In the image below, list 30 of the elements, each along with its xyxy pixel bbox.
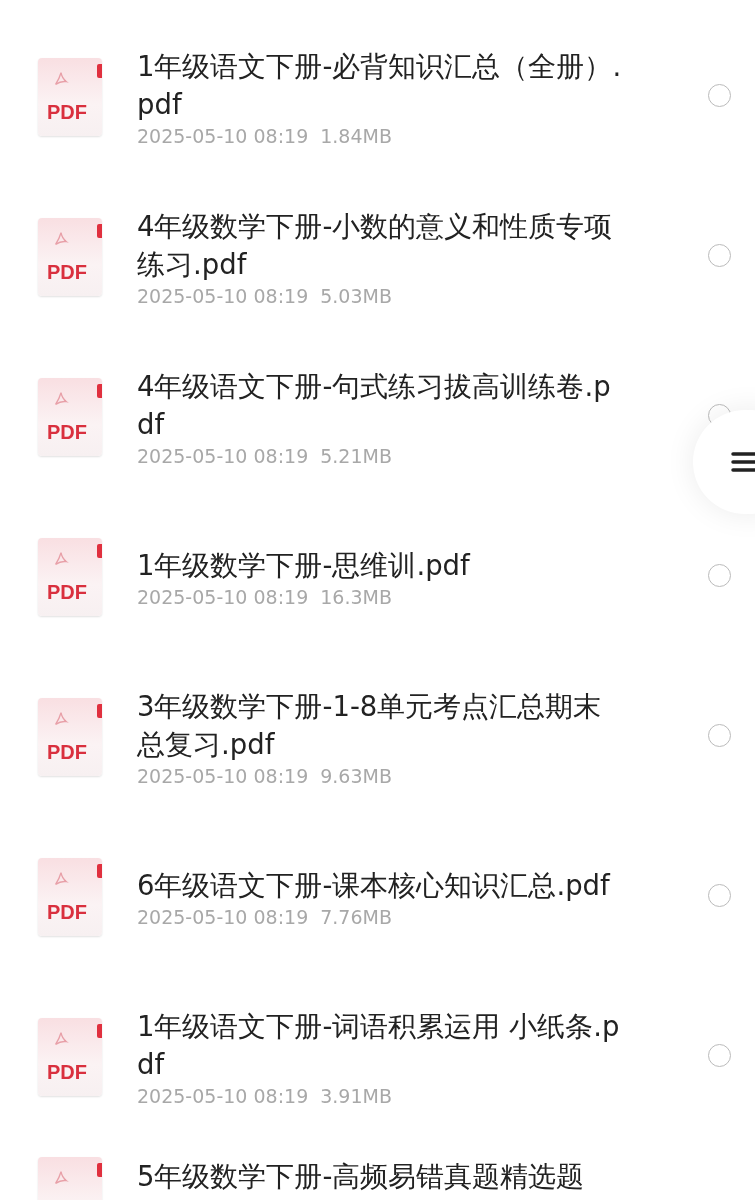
file-name: 1年级数学下册-思维训.pdf bbox=[137, 548, 472, 583]
pdf-file-icon: PDF bbox=[38, 58, 102, 136]
file-size: 1.84MB bbox=[320, 125, 392, 147]
file-date: 2025-05-10 08:19 bbox=[137, 125, 309, 147]
pdf-file-icon: PDF bbox=[38, 698, 102, 776]
file-size: 5.03MB bbox=[320, 285, 392, 307]
file-date: 2025-05-10 08:19 bbox=[137, 1085, 309, 1107]
file-date: 2025-05-10 08:19 bbox=[137, 765, 309, 787]
file-size: 16.3MB bbox=[320, 586, 392, 608]
file-size: 5.21MB bbox=[320, 445, 392, 467]
pdf-file-icon: PDF bbox=[38, 218, 102, 296]
file-date: 2025-05-10 08:19 bbox=[137, 586, 309, 608]
pdf-file-icon: PDF bbox=[38, 858, 102, 936]
file-name: 1年级语文下册-必背知识汇总（全册）.pdf bbox=[137, 49, 623, 122]
pdf-file-icon: PDF bbox=[38, 1018, 102, 1096]
file-size: 3.91MB bbox=[320, 1085, 392, 1107]
file-size: 9.63MB bbox=[320, 765, 392, 787]
file-name: 3年级数学下册-1-8单元考点汇总期末总复习.pdf bbox=[137, 689, 603, 762]
file-name: 1年级语文下册-词语积累运用 小纸条.pdf bbox=[137, 1009, 621, 1082]
file-date: 2025-05-10 08:19 bbox=[137, 445, 309, 467]
file-date: 2025-05-10 08:19 bbox=[137, 285, 309, 307]
file-size: 7.76MB bbox=[320, 906, 392, 928]
pdf-file-icon: PDF bbox=[38, 378, 102, 456]
file-name: 6年级语文下册-课本核心知识汇总.pdf bbox=[137, 868, 612, 903]
menu-icon bbox=[731, 451, 755, 473]
file-name: 4年级数学下册-小数的意义和性质专项练习.pdf bbox=[137, 209, 614, 282]
pdf-file-icon: PDF bbox=[38, 538, 102, 616]
file-name: 5年级数学下册-高频易错真题精选题 bbox=[137, 1159, 586, 1194]
file-name: 4年级语文下册-句式练习拔高训练卷.pdf bbox=[137, 369, 612, 442]
file-date: 2025-05-10 08:19 bbox=[137, 906, 309, 928]
